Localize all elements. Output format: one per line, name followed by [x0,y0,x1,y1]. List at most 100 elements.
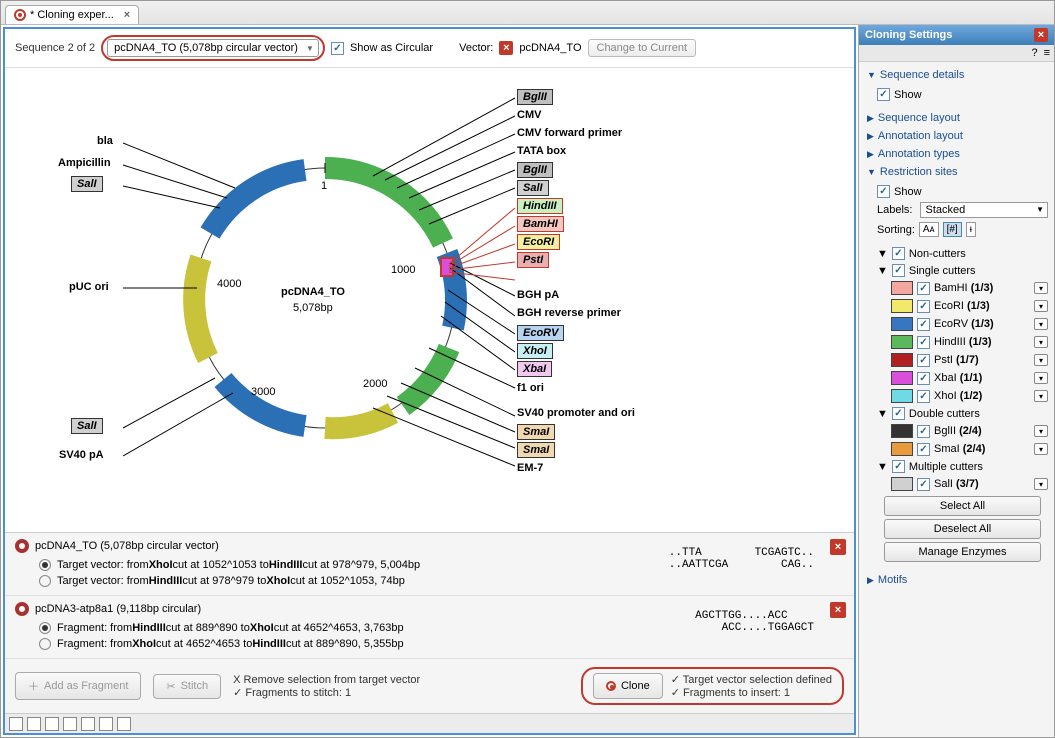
tab-close-icon[interactable]: × [124,9,130,21]
change-to-current-button[interactable]: Change to Current [588,39,697,57]
show-restriction-checkbox[interactable] [877,185,890,198]
manage-enzymes-button[interactable]: Manage Enzymes [884,542,1041,562]
triangle-right-icon: ▶ [867,575,874,586]
enzyme-options-dropdown[interactable]: ▾ [1034,318,1048,330]
enzyme-options-dropdown[interactable]: ▾ [1034,336,1048,348]
enzyme-smai-2: SmaI [517,442,555,458]
enzyme-checkbox[interactable] [917,282,930,295]
accordion-sequence-layout[interactable]: ▶Sequence layout [861,109,1052,127]
select-all-button[interactable]: Select All [884,496,1041,516]
label-cmv-fwd: CMV forward primer [517,127,622,139]
enzyme-options-dropdown[interactable]: ▾ [1034,372,1048,384]
triangle-down-icon: ▼ [877,265,888,277]
enzyme-options-dropdown[interactable]: ▾ [1034,478,1048,490]
enzyme-name: SmaI (2/4) [934,443,985,455]
side-panel-close-icon[interactable]: × [1034,28,1048,42]
radio-vector-2[interactable] [39,575,51,587]
accordion-annotation-layout[interactable]: ▶Annotation layout [861,127,1052,145]
enzyme-bglii-1: BglII [517,89,553,105]
sb-icon-4[interactable] [63,717,77,731]
sort-other-button[interactable]: ᵼ [966,222,976,237]
sb-icon-7[interactable] [117,717,131,731]
sort-alpha-button[interactable]: Aᴀ [919,222,939,237]
multiple-cutters-checkbox[interactable] [892,460,905,473]
enzyme-checkbox[interactable] [917,478,930,491]
noncutters-checkbox[interactable] [892,247,905,260]
labels-dropdown[interactable]: Stacked [920,202,1048,218]
show-circular-label: Show as Circular [350,42,433,54]
vector-remove-icon[interactable]: × [499,41,513,55]
vector-option-2[interactable]: Target vector: from HindIII cut at 978^9… [15,573,844,589]
settings-menu-icon[interactable]: ≡ [1044,47,1050,59]
enzyme-checkbox[interactable] [917,443,930,456]
double-cutters-checkbox[interactable] [892,407,905,420]
enzyme-options-dropdown[interactable]: ▾ [1034,282,1048,294]
sequence-count-label: Sequence 2 of 2 [15,42,95,54]
enzyme-checkbox[interactable] [917,372,930,385]
accordion-motifs[interactable]: ▶Motifs [861,571,1052,589]
enzyme-name: EcoRV (1/3) [934,318,994,330]
help-icon[interactable]: ? [1031,47,1037,59]
tab-bar: * Cloning exper... × [1,1,1054,25]
enzyme-checkbox[interactable] [917,390,930,403]
tick-4000: 4000 [217,278,241,290]
sb-icon-2[interactable] [27,717,41,731]
tab-cloning[interactable]: * Cloning exper... × [5,5,139,24]
enzyme-options-dropdown[interactable]: ▾ [1034,390,1048,402]
clone-button[interactable]: Clone [593,673,663,699]
fragment-section-close[interactable]: × [830,602,846,618]
enzyme-checkbox[interactable] [917,300,930,313]
stitch-button[interactable]: ✂Stitch [153,674,221,699]
radio-fragment-1[interactable] [39,622,51,634]
sb-icon-3[interactable] [45,717,59,731]
enzyme-row: EcoRV (1/3) ▾ [877,315,1048,333]
label-sv40-promoter: SV40 promoter and ori [517,407,635,419]
accordion-annotation-types[interactable]: ▶Annotation types [861,145,1052,163]
radio-vector-1[interactable] [39,559,51,571]
accordion-sequence-details[interactable]: ▼Sequence details [861,66,1052,84]
triangle-down-icon: ▼ [877,461,888,473]
sb-icon-5[interactable] [81,717,95,731]
label-bghpa: BGH pA [517,289,559,301]
enzyme-options-dropdown[interactable]: ▾ [1034,443,1048,455]
enzyme-swatch [891,424,913,438]
label-f1ori: f1 ori [517,382,544,394]
single-cutters-checkbox[interactable] [892,264,905,277]
enzyme-options-dropdown[interactable]: ▾ [1034,300,1048,312]
vector-section-close[interactable]: × [830,539,846,555]
show-details-checkbox[interactable] [877,88,890,101]
enzyme-checkbox[interactable] [917,425,930,438]
radio-fragment-2[interactable] [39,638,51,650]
plasmid-svg [5,68,854,508]
plasmid-view[interactable]: pcDNA4_TO 5,078bp 1 1000 2000 3000 4000 … [5,68,854,532]
action-bar: ＋Add as Fragment ✂Stitch X Remove select… [5,659,854,713]
sort-count-button[interactable]: [#] [943,222,962,237]
fragment-option-2[interactable]: Fragment: from XhoI cut at 4652^4653 to … [15,636,844,652]
accordion-restriction-sites[interactable]: ▼Restriction sites [861,163,1052,181]
deselect-all-button[interactable]: Deselect All [884,519,1041,539]
label-bghrev: BGH reverse primer [517,307,621,319]
enzyme-row: XbaI (1/1)▾ [877,369,1048,387]
enzyme-checkbox[interactable] [917,318,930,331]
enzyme-swatch [891,317,913,331]
sequence-dropdown[interactable]: pcDNA4_TO (5,078bp circular vector) [107,39,319,57]
add-fragment-button[interactable]: ＋Add as Fragment [15,672,141,700]
enzyme-name: EcoRI (1/3) [934,300,990,312]
enzyme-row: SalI (3/7)▾ [877,475,1048,493]
label-puc-ori: pUC ori [69,281,109,293]
enzyme-options-dropdown[interactable]: ▾ [1034,425,1048,437]
show-circular-checkbox[interactable] [331,42,344,55]
enzyme-swatch [891,389,913,403]
enzyme-swatch [891,299,913,313]
sb-icon-1[interactable] [9,717,23,731]
fragment-section-title: pcDNA3-atp8a1 (9,118bp circular) [35,603,201,615]
fragment-section: pcDNA3-atp8a1 (9,118bp circular) Fragmen… [5,596,854,659]
sb-icon-6[interactable] [99,717,113,731]
enzyme-options-dropdown[interactable]: ▾ [1034,354,1048,366]
enzyme-checkbox[interactable] [917,354,930,367]
enzyme-checkbox[interactable] [917,336,930,349]
enzyme-xbai: XbaI [517,361,552,377]
triangle-down-icon: ▼ [877,408,888,420]
enzyme-name: XhoI (1/2) [934,390,982,402]
label-em7: EM-7 [517,462,543,474]
